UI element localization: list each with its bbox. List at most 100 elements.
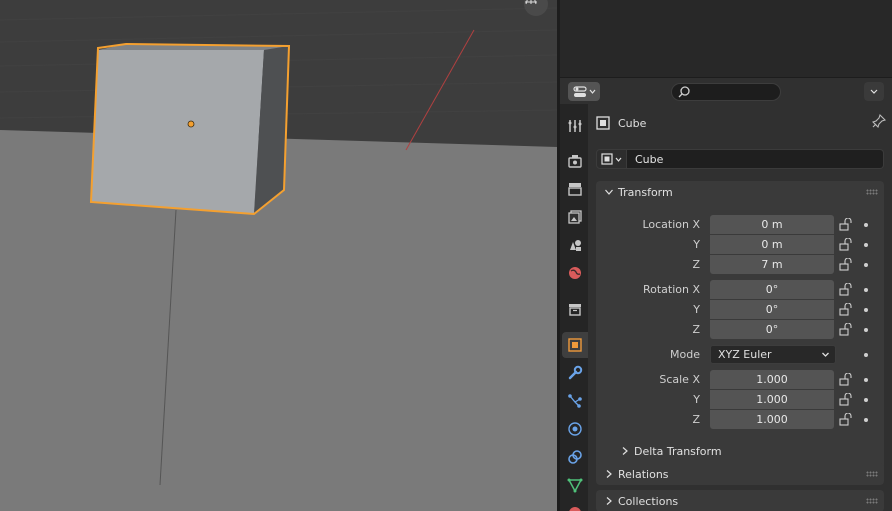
scale-x-row: Scale X 1.000	[596, 370, 884, 390]
rotation-z-field[interactable]: 0°	[710, 320, 834, 339]
options-dropdown[interactable]	[864, 82, 884, 101]
location-z-row: Z 7 m	[596, 255, 884, 275]
scale-z-row: Z 1.000	[596, 410, 884, 430]
pin-icon[interactable]	[871, 113, 887, 131]
rotation-x-row: Rotation X 0°	[596, 280, 884, 300]
keyframe-dot-icon[interactable]	[864, 263, 868, 267]
rotation-x-field[interactable]: 0°	[710, 280, 834, 299]
chevron-down-icon	[605, 189, 613, 195]
keyframe-dot-icon[interactable]	[864, 243, 868, 247]
rotation-mode-row: Mode XYZ Euler	[596, 345, 884, 365]
editor-type-button[interactable]	[568, 82, 600, 101]
collections-title: Collections	[618, 494, 679, 508]
cube-object[interactable]	[89, 42, 291, 216]
tab-material[interactable]	[562, 500, 588, 511]
tab-modifiers[interactable]	[562, 360, 588, 386]
tab-output[interactable]	[562, 176, 588, 202]
rotation-y-field[interactable]: 0°	[710, 300, 834, 319]
search-input[interactable]	[671, 83, 781, 101]
scene-icon	[570, 240, 581, 251]
scale-y-label: Y	[693, 393, 700, 406]
tab-collection[interactable]	[562, 296, 588, 322]
tab-constraints[interactable]	[562, 444, 588, 470]
render-icon	[568, 155, 582, 168]
object-icon	[568, 338, 582, 352]
tab-object[interactable]	[562, 332, 588, 358]
keyframe-dot-icon[interactable]	[864, 288, 868, 292]
location-z-field[interactable]: 7 m	[710, 255, 834, 274]
rotation-mode-value: XYZ Euler	[718, 348, 772, 361]
tab-view-layer[interactable]	[562, 204, 588, 230]
mesh-data-icon	[567, 478, 583, 493]
particles-icon	[568, 394, 582, 408]
transform-panel-header[interactable]: Transform	[596, 181, 884, 203]
scale-x-label: Scale X	[659, 373, 700, 386]
delta-transform-title: Delta Transform	[634, 444, 722, 458]
keyframe-dot-icon[interactable]	[864, 328, 868, 332]
outliner-area[interactable]	[560, 0, 892, 78]
tab-particles[interactable]	[562, 388, 588, 414]
location-y-label: Y	[693, 238, 700, 251]
lock-icon[interactable]	[839, 282, 853, 299]
lock-icon[interactable]	[839, 372, 853, 389]
lock-icon[interactable]	[839, 302, 853, 319]
properties-editor: Cube Cube Transform Location X 0 m Y 0 m…	[560, 79, 892, 511]
properties-header	[560, 79, 892, 104]
delta-transform-header[interactable]: Delta Transform	[596, 440, 884, 462]
constraints-icon	[568, 450, 582, 464]
object-datablock: Cube	[596, 149, 884, 169]
scale-y-field[interactable]: 1.000	[710, 390, 834, 409]
keyframe-dot-icon[interactable]	[864, 308, 868, 312]
location-x-row: Location X 0 m	[596, 215, 884, 235]
object-name-field[interactable]: Cube	[627, 149, 884, 169]
viewport-scene[interactable]	[0, 0, 557, 511]
keyframe-dot-icon[interactable]	[864, 418, 868, 422]
tab-scene[interactable]	[562, 232, 588, 258]
location-x-label: Location X	[642, 218, 700, 231]
datablock-browse-button[interactable]	[596, 149, 627, 169]
lock-icon[interactable]	[839, 412, 853, 429]
chevron-down-icon	[870, 89, 878, 94]
lock-icon[interactable]	[839, 322, 853, 339]
scale-y-row: Y 1.000	[596, 390, 884, 410]
location-y-field[interactable]: 0 m	[710, 235, 834, 254]
drag-grip-icon[interactable]	[866, 471, 878, 477]
location-z-label: Z	[692, 258, 700, 271]
context-object-name: Cube	[618, 116, 647, 130]
keyframe-dot-icon[interactable]	[864, 353, 868, 357]
world-icon	[569, 267, 581, 279]
relations-panel-header[interactable]: Relations	[596, 463, 884, 485]
rotation-y-row: Y 0°	[596, 300, 884, 320]
collections-panel-header[interactable]: Collections	[596, 490, 884, 511]
keyframe-dot-icon[interactable]	[864, 223, 868, 227]
location-y-row: Y 0 m	[596, 235, 884, 255]
chevron-right-icon	[606, 470, 612, 478]
tab-data[interactable]	[562, 472, 588, 498]
tab-render[interactable]	[562, 148, 588, 174]
lock-icon[interactable]	[839, 217, 853, 234]
context-path: Cube	[596, 113, 887, 132]
keyframe-dot-icon[interactable]	[864, 378, 868, 382]
scale-x-field[interactable]: 1.000	[710, 370, 834, 389]
tab-world[interactable]	[562, 260, 588, 286]
output-icon	[568, 183, 582, 196]
tab-physics[interactable]	[562, 416, 588, 442]
chevron-down-icon	[589, 89, 595, 94]
drag-grip-icon[interactable]	[866, 189, 878, 195]
physics-icon	[568, 422, 582, 436]
chevron-right-icon	[622, 447, 628, 455]
keyframe-dot-icon[interactable]	[864, 398, 868, 402]
transform-panel: Transform Location X 0 m Y 0 m Z 7 m Rot…	[596, 181, 884, 471]
rotation-mode-select[interactable]: XYZ Euler	[710, 345, 836, 364]
scale-z-field[interactable]: 1.000	[710, 410, 834, 429]
location-x-field[interactable]: 0 m	[710, 215, 834, 234]
drag-grip-icon[interactable]	[866, 498, 878, 504]
lock-icon[interactable]	[839, 392, 853, 409]
object-icon	[596, 116, 610, 130]
lock-icon[interactable]	[839, 257, 853, 274]
properties-icon	[572, 85, 587, 97]
lock-icon[interactable]	[839, 237, 853, 254]
3d-viewport[interactable]	[0, 0, 557, 511]
tab-tool[interactable]	[562, 113, 588, 139]
chevron-down-icon	[615, 157, 622, 162]
